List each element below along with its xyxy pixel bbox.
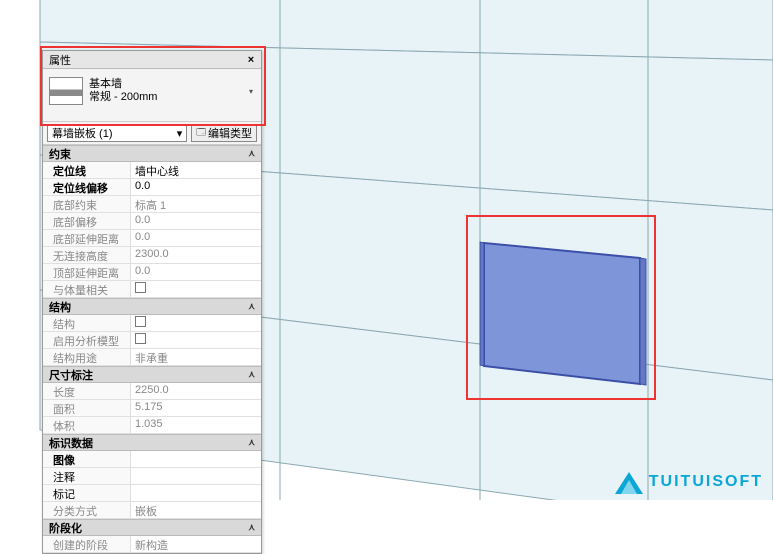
- prop-row[interactable]: 面积 5.175: [43, 400, 261, 417]
- prop-name: 注释: [43, 468, 131, 484]
- prop-row[interactable]: 无连接高度 2300.0: [43, 247, 261, 264]
- prop-row[interactable]: 标记: [43, 485, 261, 502]
- prop-value[interactable]: [131, 332, 261, 348]
- watermark-logo-icon: [615, 470, 643, 494]
- prop-name: 定位线偏移: [43, 179, 131, 195]
- prop-value[interactable]: 墙中心线: [131, 162, 261, 178]
- prop-value[interactable]: [131, 315, 261, 331]
- type-thumbnail-icon: [49, 77, 83, 105]
- prop-name: 底部约束: [43, 196, 131, 212]
- checkbox-icon[interactable]: [135, 333, 146, 344]
- prop-name: 图像: [43, 451, 131, 467]
- edit-type-icon: 🗔: [196, 125, 206, 141]
- prop-value: 0.0: [131, 213, 261, 229]
- prop-value: 嵌板: [131, 502, 261, 518]
- prop-row[interactable]: 创建的阶段 新构造: [43, 536, 261, 553]
- prop-row[interactable]: 分类方式 嵌板: [43, 502, 261, 519]
- edit-type-label: 编辑类型: [208, 125, 252, 141]
- prop-name: 结构用途: [43, 349, 131, 365]
- prop-row[interactable]: 定位线 墙中心线: [43, 162, 261, 179]
- prop-row[interactable]: 底部约束 标高 1: [43, 196, 261, 213]
- group-constraints-header[interactable]: 约束 ⋏: [43, 145, 261, 162]
- palette-title-text: 属性: [49, 52, 71, 68]
- prop-value[interactable]: [131, 468, 261, 484]
- checkbox-icon[interactable]: [135, 316, 146, 327]
- prop-value[interactable]: [131, 451, 261, 467]
- prop-name: 创建的阶段: [43, 536, 131, 552]
- prop-name: 标记: [43, 485, 131, 501]
- prop-row[interactable]: 与体量相关: [43, 281, 261, 298]
- prop-value[interactable]: 0.0: [131, 179, 261, 195]
- prop-row[interactable]: 底部延伸距离 0.0: [43, 230, 261, 247]
- checkbox-icon[interactable]: [135, 282, 146, 293]
- group-phase-header[interactable]: 阶段化 ⋏: [43, 519, 261, 536]
- prop-name: 体积: [43, 417, 131, 433]
- chevron-down-icon: ▾: [177, 127, 183, 140]
- prop-row[interactable]: 结构: [43, 315, 261, 332]
- close-icon[interactable]: ×: [244, 53, 258, 67]
- chevron-down-icon: ▾: [247, 87, 255, 95]
- type-selector[interactable]: 基本墙 常规 - 200mm ▾: [43, 69, 261, 122]
- type-family: 基本墙: [89, 78, 241, 91]
- prop-name: 面积: [43, 400, 131, 416]
- group-struct-header[interactable]: 结构 ⋏: [43, 298, 261, 315]
- prop-row[interactable]: 图像: [43, 451, 261, 468]
- prop-row[interactable]: 体积 1.035: [43, 417, 261, 434]
- prop-row[interactable]: 底部偏移 0.0: [43, 213, 261, 230]
- prop-name: 与体量相关: [43, 281, 131, 297]
- properties-palette: 属性 × 基本墙 常规 - 200mm ▾ 幕墙嵌板 (1) ▾ 🗔 编辑类型 …: [42, 50, 262, 554]
- type-selector-text: 基本墙 常规 - 200mm: [89, 78, 241, 104]
- property-grid[interactable]: 约束 ⋏ 定位线 墙中心线 定位线偏移 0.0 底部约束 标高 1 底部偏移 0…: [43, 145, 261, 553]
- watermark: TUITUISOFT: [615, 470, 763, 494]
- prop-row[interactable]: 顶部延伸距离 0.0: [43, 264, 261, 281]
- prop-name: 底部偏移: [43, 213, 131, 229]
- collapse-icon[interactable]: ⋏: [248, 148, 255, 159]
- prop-value: 0.0: [131, 264, 261, 280]
- prop-value: 5.175: [131, 400, 261, 416]
- prop-name: 顶部延伸距离: [43, 264, 131, 280]
- collapse-icon[interactable]: ⋏: [248, 437, 255, 448]
- collapse-icon[interactable]: ⋏: [248, 301, 255, 312]
- prop-value[interactable]: [131, 281, 261, 297]
- instance-selector[interactable]: 幕墙嵌板 (1) ▾: [47, 124, 187, 142]
- edit-type-button[interactable]: 🗔 编辑类型: [191, 124, 257, 142]
- instance-label: 幕墙嵌板 (1): [52, 125, 113, 141]
- prop-value: 2300.0: [131, 247, 261, 263]
- prop-name: 无连接高度: [43, 247, 131, 263]
- group-id-header[interactable]: 标识数据 ⋏: [43, 434, 261, 451]
- collapse-icon[interactable]: ⋏: [248, 369, 255, 380]
- prop-name: 定位线: [43, 162, 131, 178]
- palette-titlebar[interactable]: 属性 ×: [43, 51, 261, 69]
- prop-value: 2250.0: [131, 383, 261, 399]
- prop-row[interactable]: 结构用途 非承重: [43, 349, 261, 366]
- prop-row[interactable]: 定位线偏移 0.0: [43, 179, 261, 196]
- prop-value: 1.035: [131, 417, 261, 433]
- instance-row: 幕墙嵌板 (1) ▾ 🗔 编辑类型: [43, 122, 261, 145]
- prop-row[interactable]: 长度 2250.0: [43, 383, 261, 400]
- group-dim-header[interactable]: 尺寸标注 ⋏: [43, 366, 261, 383]
- prop-name: 分类方式: [43, 502, 131, 518]
- prop-value: 标高 1: [131, 196, 261, 212]
- prop-row[interactable]: 注释: [43, 468, 261, 485]
- prop-value: 0.0: [131, 230, 261, 246]
- prop-name: 长度: [43, 383, 131, 399]
- prop-name: 启用分析模型: [43, 332, 131, 348]
- collapse-icon[interactable]: ⋏: [248, 522, 255, 533]
- prop-row[interactable]: 启用分析模型: [43, 332, 261, 349]
- prop-value[interactable]: [131, 485, 261, 501]
- watermark-text: TUITUISOFT: [649, 473, 763, 491]
- prop-value: 非承重: [131, 349, 261, 365]
- prop-value: 新构造: [131, 536, 261, 552]
- prop-name: 结构: [43, 315, 131, 331]
- type-name: 常规 - 200mm: [89, 91, 241, 104]
- prop-name: 底部延伸距离: [43, 230, 131, 246]
